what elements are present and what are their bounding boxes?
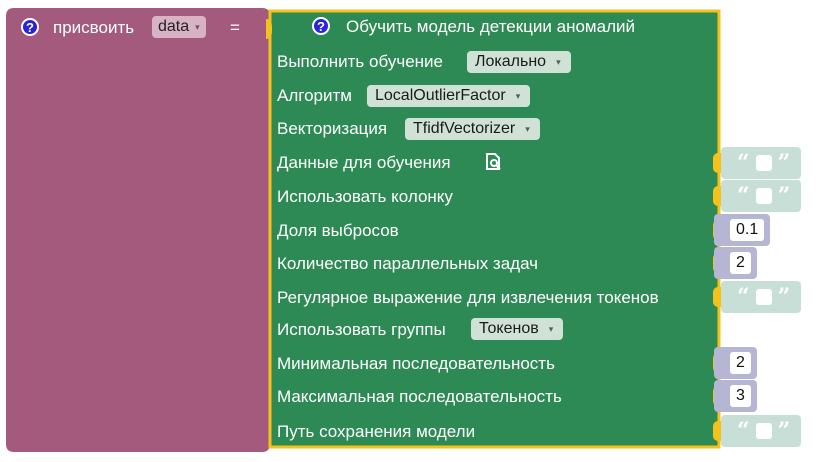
token-regex-text-input[interactable]: “ ” (721, 281, 801, 313)
min-sequence-value[interactable]: 2 (730, 352, 751, 374)
run-mode-label: Выполнить обучение (277, 52, 443, 71)
algorithm-label: Алгоритм (277, 86, 352, 105)
open-quote-icon: “ (737, 183, 750, 209)
chevron-down-icon: ▾ (556, 56, 561, 67)
token-regex-label: Регулярное выражение для извлечения токе… (277, 288, 659, 307)
open-quote-icon: “ (737, 150, 750, 176)
chevron-down-icon: ▾ (548, 323, 554, 334)
max-sequence-number-input[interactable]: 3 (714, 380, 757, 412)
socket-connector (713, 421, 721, 441)
text-field[interactable] (755, 423, 772, 439)
open-quote-icon: “ (737, 418, 750, 444)
assign-label: присвоить (53, 18, 135, 37)
close-quote-icon: ” (777, 150, 791, 176)
chevron-down-icon: ▾ (515, 90, 521, 101)
use-column-text-input[interactable]: “ ” (721, 180, 801, 212)
max-sequence-value[interactable]: 3 (730, 385, 751, 407)
use-groups-dropdown[interactable]: Токенов ▾ (471, 318, 564, 340)
variable-name: data (158, 18, 190, 35)
use-groups-label: Использовать группы (277, 320, 446, 339)
parallel-jobs-value[interactable]: 2 (730, 252, 751, 274)
search-document-icon[interactable] (484, 152, 504, 172)
equals-sign: = (230, 18, 240, 37)
assign-block[interactable] (6, 8, 270, 452)
socket-connector (713, 153, 721, 173)
close-quote-icon: ” (777, 284, 791, 310)
training-data-text-input[interactable]: “ ” (721, 147, 801, 179)
vectorization-dropdown[interactable]: TfidfVectorizer ▾ (405, 118, 540, 140)
run-mode-value: Локально (475, 53, 547, 70)
contamination-value[interactable]: 0.1 (730, 219, 765, 241)
contamination-number-input[interactable]: 0.1 (714, 214, 771, 246)
text-field[interactable] (755, 155, 772, 171)
close-quote-icon: ” (777, 183, 791, 209)
parallel-jobs-number-input[interactable]: 2 (714, 247, 757, 279)
vectorization-value: TfidfVectorizer (413, 120, 516, 137)
block-help-icon[interactable]: ? (312, 17, 330, 35)
use-groups-value: Токенов (479, 320, 539, 337)
open-quote-icon: “ (737, 284, 750, 310)
text-field[interactable] (755, 289, 772, 305)
contamination-label: Доля выбросов (277, 221, 399, 240)
assign-help-icon[interactable]: ? (21, 18, 39, 36)
algorithm-value: LocalOutlierFactor (375, 87, 506, 104)
model-save-path-label: Путь сохранения модели (277, 422, 476, 441)
close-quote-icon: ” (777, 418, 791, 444)
chevron-down-icon: ▾ (195, 22, 200, 32)
vectorization-label: Векторизация (277, 119, 388, 138)
algorithm-dropdown[interactable]: LocalOutlierFactor ▾ (367, 85, 531, 107)
use-column-label: Использовать колонку (277, 187, 453, 206)
min-sequence-number-input[interactable]: 2 (714, 347, 757, 379)
parallel-jobs-label: Количество параллельных задач (277, 254, 539, 273)
min-sequence-label: Минимальная последовательность (277, 354, 555, 373)
variable-dropdown[interactable]: data ▾ (152, 16, 206, 38)
block-title: Обучить модель детекции аномалий (346, 17, 635, 36)
socket-connector (713, 287, 721, 307)
socket-connector (713, 186, 721, 206)
training-data-label: Данные для обучения (277, 153, 451, 172)
max-sequence-label: Максимальная последовательность (277, 387, 562, 406)
run-mode-dropdown[interactable]: Локально ▾ (467, 51, 571, 73)
model-save-path-text-input[interactable]: “ ” (721, 415, 801, 447)
chevron-down-icon: ▾ (525, 123, 530, 134)
text-field[interactable] (755, 188, 772, 204)
